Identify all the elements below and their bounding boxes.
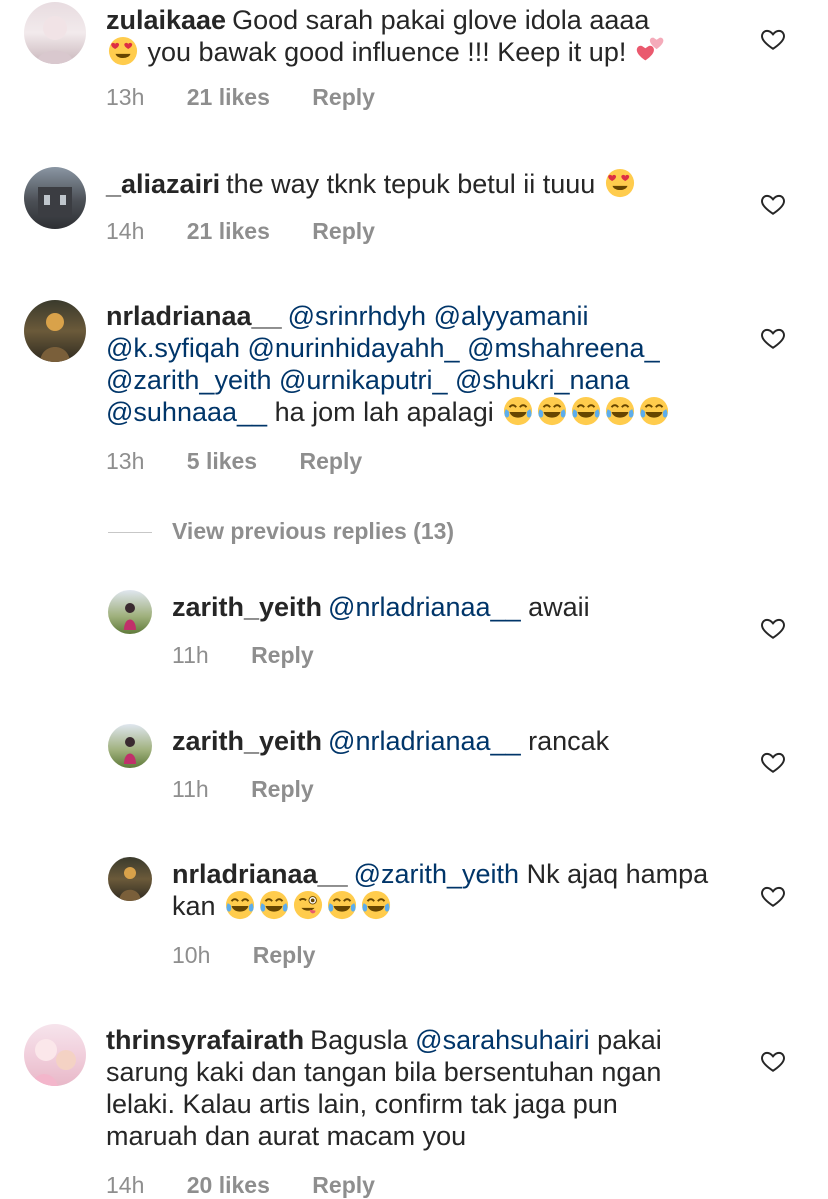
likes-count[interactable]: 21 likes [187, 218, 270, 244]
username[interactable]: zarith_yeith [172, 726, 322, 756]
timestamp: 13h [106, 84, 145, 110]
comment-text: rancak [528, 726, 610, 756]
username[interactable]: zarith_yeith [172, 592, 322, 622]
winking-tongue-emoji [293, 890, 323, 920]
username[interactable]: _aliazairi [106, 169, 220, 199]
tears-of-joy-emoji [259, 890, 289, 920]
timestamp: 13h [106, 448, 145, 474]
heart-outline-icon[interactable] [760, 883, 786, 909]
tears-of-joy-emoji [327, 890, 357, 920]
view-previous-label[interactable]: View previous replies (13) [172, 518, 454, 545]
mention-link[interactable]: @nrladrianaa__ [328, 592, 521, 622]
comment-meta: 11h Reply [172, 642, 350, 669]
mention-link[interactable]: @zarith_yeith [354, 859, 519, 889]
divider [108, 532, 152, 533]
two-hearts-emoji [636, 36, 666, 66]
comment-text: awaii [528, 592, 590, 622]
comment-meta: 13h 5 likes Reply [106, 448, 398, 475]
comment-body: zulaikaae Good sarah pakai glove idola aa… [106, 4, 726, 68]
mention-link[interactable]: @nrladrianaa__ [328, 726, 521, 756]
tears-of-joy-emoji [605, 396, 635, 426]
comment-text: you bawak good influence !!! Keep it up! [147, 37, 627, 67]
comment-body: nrladrianaa__ @zarith_yeith Nk ajaq hampa… [172, 858, 732, 922]
tears-of-joy-emoji [537, 396, 567, 426]
reply-button[interactable]: Reply [312, 1172, 375, 1198]
mention-link[interactable]: @suhnaaa__ [106, 397, 267, 427]
avatar[interactable] [24, 2, 86, 64]
avatar[interactable] [24, 1024, 86, 1086]
comment-text: Bagusla [310, 1025, 408, 1055]
heart-outline-icon[interactable] [760, 26, 786, 52]
comment-meta: 13h 21 likes Reply [106, 84, 411, 111]
username[interactable]: nrladrianaa__ [172, 859, 348, 889]
mention-link[interactable]: @nurinhidayahh_ [247, 333, 459, 363]
username[interactable]: nrladrianaa__ [106, 301, 282, 331]
comment-body: zarith_yeith @nrladrianaa__ awaii [172, 591, 732, 623]
avatar[interactable] [24, 300, 86, 362]
username[interactable]: zulaikaae [106, 5, 226, 35]
likes-count[interactable]: 20 likes [187, 1172, 270, 1198]
tears-of-joy-emoji [503, 396, 533, 426]
comment-body: zarith_yeith @nrladrianaa__ rancak [172, 725, 732, 757]
comment-body: _aliazairi the way tknk tepuk betul ii tu… [106, 168, 726, 200]
likes-count[interactable]: 5 likes [187, 448, 257, 474]
timestamp: 14h [106, 1172, 145, 1198]
reply-button[interactable]: Reply [251, 776, 314, 802]
comment-meta: 14h 20 likes Reply [106, 1172, 411, 1199]
reply-button[interactable]: Reply [300, 448, 363, 474]
mention-link[interactable]: @alyyamanii [434, 301, 589, 331]
comment-meta: 10h Reply [172, 942, 351, 969]
mention-link[interactable]: @srinrhdyh [288, 301, 426, 331]
comment-text: the way tknk tepuk betul ii tuuu [226, 169, 596, 199]
reply-button[interactable]: Reply [251, 642, 314, 668]
comment-body: thrinsyrafairath Bagusla @sarahsuhairi pa… [106, 1024, 716, 1152]
heart-eyes-emoji [108, 36, 138, 66]
mention-link[interactable]: @sarahsuhairi [415, 1025, 590, 1055]
avatar[interactable] [108, 724, 152, 768]
heart-outline-icon[interactable] [760, 1048, 786, 1074]
mention-link[interactable]: @mshahreena_ [467, 333, 660, 363]
heart-outline-icon[interactable] [760, 615, 786, 641]
timestamp: 11h [172, 642, 209, 668]
view-previous-replies[interactable]: View previous replies (13) [108, 518, 608, 548]
heart-eyes-emoji [605, 168, 635, 198]
heart-outline-icon[interactable] [760, 325, 786, 351]
mention-link[interactable]: @k.syfiqah [106, 333, 240, 363]
username[interactable]: thrinsyrafairath [106, 1025, 304, 1055]
tears-of-joy-emoji [225, 890, 255, 920]
timestamp: 10h [172, 942, 211, 968]
mention-link[interactable]: @shukri_nana [455, 365, 630, 395]
avatar[interactable] [24, 167, 86, 229]
reply-button[interactable]: Reply [312, 218, 375, 244]
reply-button[interactable]: Reply [312, 84, 375, 110]
tears-of-joy-emoji [571, 396, 601, 426]
avatar[interactable] [108, 857, 152, 901]
timestamp: 11h [172, 776, 209, 802]
comment-meta: 11h Reply [172, 776, 350, 803]
heart-outline-icon[interactable] [760, 191, 786, 217]
tears-of-joy-emoji [639, 396, 669, 426]
comment-body: nrladrianaa__ @srinrhdyh @alyyamanii @k.s… [106, 300, 726, 428]
comment-text: Good sarah pakai glove idola aaaa [232, 5, 650, 35]
reply-button[interactable]: Reply [253, 942, 316, 968]
avatar[interactable] [108, 590, 152, 634]
comment-meta: 14h 21 likes Reply [106, 218, 411, 245]
timestamp: 14h [106, 218, 145, 244]
mention-link[interactable]: @zarith_yeith [106, 365, 271, 395]
mention-link[interactable]: @urnikaputri_ [279, 365, 448, 395]
tears-of-joy-emoji [361, 890, 391, 920]
likes-count[interactable]: 21 likes [187, 84, 270, 110]
heart-outline-icon[interactable] [760, 749, 786, 775]
comment-text: ha jom lah apalagi [274, 397, 494, 427]
